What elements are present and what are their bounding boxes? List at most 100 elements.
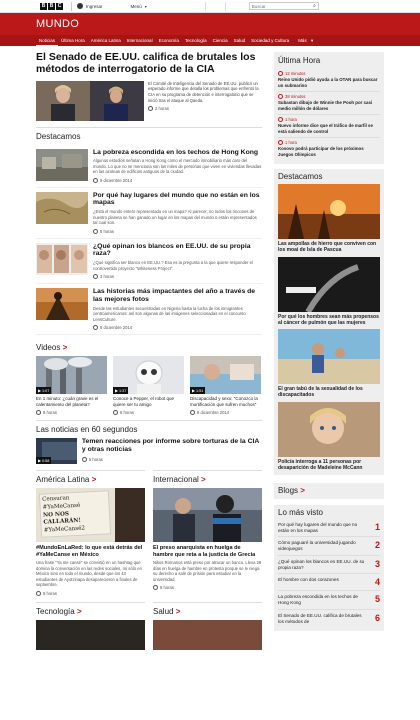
sidebar-image[interactable] xyxy=(278,184,380,239)
most-viewed-item[interactable]: La pobreza escondida en los techos de Ho… xyxy=(278,591,380,610)
most-viewed-item[interactable]: Cómo paguaré la universidad jugando vide… xyxy=(278,537,380,556)
salud-image[interactable] xyxy=(153,619,262,650)
section-heading-latam[interactable]: América Latina > xyxy=(36,475,145,484)
search-box[interactable]: ⌕ xyxy=(248,2,319,10)
sidebar-image[interactable] xyxy=(278,329,380,384)
timestamp: 1 hora xyxy=(285,140,297,145)
story-headline[interactable]: Por qué hay lugares del mundo que no est… xyxy=(93,192,262,208)
story-summary: Desde las estudiantes secuestradas en Ni… xyxy=(93,305,246,322)
breaking-text[interactable]: Reino Unido pidió ayuda a la OTAN para b… xyxy=(278,77,380,88)
video-title[interactable]: En 1 minuto: ¿cuán grave es el calentami… xyxy=(36,396,107,407)
story-summary: Una frase "Ya me cansé" se convirtió en … xyxy=(36,560,142,588)
video-title[interactable]: Discapacidad y sexo: "Conozco la mortifi… xyxy=(190,396,261,407)
video-title[interactable]: Conoce a Pepper, el robot que quiere ser… xyxy=(113,396,184,407)
sidebar-caption[interactable]: Por qué los hombres sean más propensos a… xyxy=(278,314,380,327)
nav-item-economia[interactable]: Economía xyxy=(156,35,182,46)
topbar-cells xyxy=(204,1,245,11)
nav-item-noticias[interactable]: Noticias xyxy=(36,35,59,46)
video-thumbnail[interactable]: ▶ 1:07 xyxy=(36,356,107,395)
bbc-logo[interactable]: B B C xyxy=(40,2,63,10)
signin-button[interactable]: Ingresar xyxy=(71,1,103,11)
clock-icon xyxy=(93,325,98,331)
breaking-text[interactable]: Kosovo podrá participar de los próximos … xyxy=(278,146,380,157)
most-viewed-text[interactable]: La pobreza escondida en los techos de Ho… xyxy=(278,594,366,605)
nav-item-tecnologia[interactable]: Tecnología xyxy=(182,35,210,46)
sixty-story[interactable]: ▶ 0:58 Temen reacciones por informe sobr… xyxy=(36,438,262,465)
hero-image[interactable] xyxy=(36,80,144,121)
clock-icon xyxy=(190,410,195,416)
clock-icon xyxy=(36,590,41,596)
nav-item-sociedad[interactable]: Sociedad y Cultura xyxy=(248,35,292,46)
story-item[interactable]: Por qué hay lugares del mundo que no est… xyxy=(36,188,262,239)
hero-headline[interactable]: El Senado de EE.UU. califica de brutales… xyxy=(36,51,262,76)
most-viewed-item[interactable]: Por qué hay lugares del mundo que no est… xyxy=(278,519,380,538)
section-heading-mas-visto[interactable]: Lo más visto xyxy=(278,508,380,517)
section-heading-salud[interactable]: Salud > xyxy=(153,607,262,616)
most-viewed-text[interactable]: ¿Qué opinan los blancos en EE.UU. de su … xyxy=(278,559,366,570)
tech-image[interactable] xyxy=(36,619,145,650)
nav-item-salud[interactable]: Salud xyxy=(231,35,249,46)
most-viewed-item[interactable]: El hombre con dos corazones 4 xyxy=(278,574,380,592)
story-headline[interactable]: ¿Qué opinan los blancos en EE.UU. de su … xyxy=(93,243,262,259)
heading-label: América Latina xyxy=(36,475,90,485)
story-headline[interactable]: Las historias más impactantes del año a … xyxy=(93,288,262,304)
nav-item-america-latina[interactable]: América Latina xyxy=(88,35,124,46)
nav-item-internacional[interactable]: Internacional xyxy=(124,35,156,46)
story-item[interactable]: ¿Qué opinan los blancos en EE.UU. de su … xyxy=(36,239,262,285)
most-viewed-text[interactable]: Cómo paguaré la universidad jugando vide… xyxy=(278,540,366,551)
search-input[interactable] xyxy=(251,3,302,9)
breaking-item[interactable]: 38 minutos Subastan dibujo de Winnie the… xyxy=(278,92,380,115)
story-headline[interactable]: Temen reacciones por informe sobre tortu… xyxy=(82,438,262,454)
most-viewed-text[interactable]: Por qué hay lugares del mundo que no est… xyxy=(278,522,366,533)
section-heading-60s[interactable]: Las noticias en 60 segundos xyxy=(36,425,262,434)
most-viewed-item[interactable]: ¿Qué opinan los blancos en EE.UU. de su … xyxy=(278,556,380,575)
menu-button[interactable]: Menú ▾ xyxy=(131,4,147,9)
clock-icon xyxy=(36,410,41,416)
video-card[interactable]: ▶ 1:37 Conoce a Pepper, el robot que qui… xyxy=(113,356,184,416)
clock-icon xyxy=(153,585,158,591)
section-heading-intl[interactable]: Internacional > xyxy=(153,475,262,484)
video-thumbnail[interactable]: ▶ 1:51 xyxy=(190,356,261,395)
breaking-item[interactable]: 1 hora Nuevo informe dice que el tráfico… xyxy=(278,115,380,138)
breaking-text[interactable]: Subastan dibujo de Winnie the Pooh por c… xyxy=(278,100,380,111)
sidebar-image[interactable] xyxy=(278,256,380,312)
story-thumbnail[interactable] xyxy=(36,191,88,224)
search-icon[interactable]: ⌕ xyxy=(313,3,316,9)
nav-item-mas[interactable]: Más ▾ xyxy=(292,35,316,46)
story-thumbnail[interactable] xyxy=(36,148,88,181)
blogs-box[interactable]: Blogs > xyxy=(274,483,384,499)
story-headline[interactable]: El preso anarquista en huelga de hambre … xyxy=(153,545,262,558)
latam-image[interactable]: Censuran #YaMeCansé NO NOS CALLARÁN! #Ya… xyxy=(36,488,145,543)
section-heading-tech[interactable]: Tecnología > xyxy=(36,607,145,616)
breaking-item[interactable]: 1 hora Kosovo podrá participar de los pr… xyxy=(278,138,380,160)
sidebar-caption[interactable]: Policía interroga a 11 personas por desa… xyxy=(278,459,380,472)
section-heading-videos[interactable]: Videos > xyxy=(36,343,262,352)
sidebar-image[interactable] xyxy=(278,401,380,457)
section-heading-destacamos[interactable]: Destacamos xyxy=(36,132,262,141)
story-thumbnail[interactable] xyxy=(36,242,88,275)
video-thumbnail[interactable]: ▶ 0:58 xyxy=(36,438,77,465)
video-card[interactable]: ▶ 1:51 Discapacidad y sexo: "Conozco la … xyxy=(190,356,261,416)
section-heading-blogs[interactable]: Blogs > xyxy=(278,486,380,495)
nav-item-ultima-hora[interactable]: Última Hora xyxy=(58,35,88,46)
video-card[interactable]: ▶ 1:07 En 1 minuto: ¿cuán grave es el ca… xyxy=(36,356,107,416)
video-thumbnail[interactable]: ▶ 1:37 xyxy=(113,356,184,395)
story-thumbnail[interactable] xyxy=(36,288,88,321)
intl-image[interactable] xyxy=(153,488,262,543)
top-bar: B B C Ingresar Menú ▾ ⌕ xyxy=(0,0,420,13)
section-title[interactable]: MUNDO xyxy=(36,18,79,30)
story-item[interactable]: La pobreza escondida en los techos de Ho… xyxy=(36,145,262,188)
breaking-text[interactable]: Nuevo informe dice que el tráfico de mar… xyxy=(278,123,380,134)
story-headline[interactable]: #MundoEnLaRed: lo que está detrás del #Y… xyxy=(36,545,145,558)
section-heading-destacamos-right[interactable]: Destacamos xyxy=(278,172,380,181)
story-headline[interactable]: La pobreza escondida en los techos de Ho… xyxy=(93,149,262,157)
breaking-item[interactable]: 12 minutos Reino Unido pidió ayuda a la … xyxy=(278,69,380,92)
section-heading-ultima[interactable]: Última Hora xyxy=(278,56,380,65)
sidebar-caption[interactable]: El gran tabú de la sexualidad de los dis… xyxy=(278,386,380,399)
most-viewed-text[interactable]: El Senado de EE.UU. califica de brutales… xyxy=(278,613,366,624)
nav-item-ciencia[interactable]: Ciencia xyxy=(210,35,231,46)
sidebar-caption[interactable]: Las ampollas de hierro que conviven con … xyxy=(278,241,380,254)
most-viewed-item[interactable]: El Senado de EE.UU. califica de brutales… xyxy=(278,610,380,627)
story-item[interactable]: Las historias más impactantes del año a … xyxy=(36,284,262,336)
most-viewed-text[interactable]: El hombre con dos corazones xyxy=(278,577,366,583)
